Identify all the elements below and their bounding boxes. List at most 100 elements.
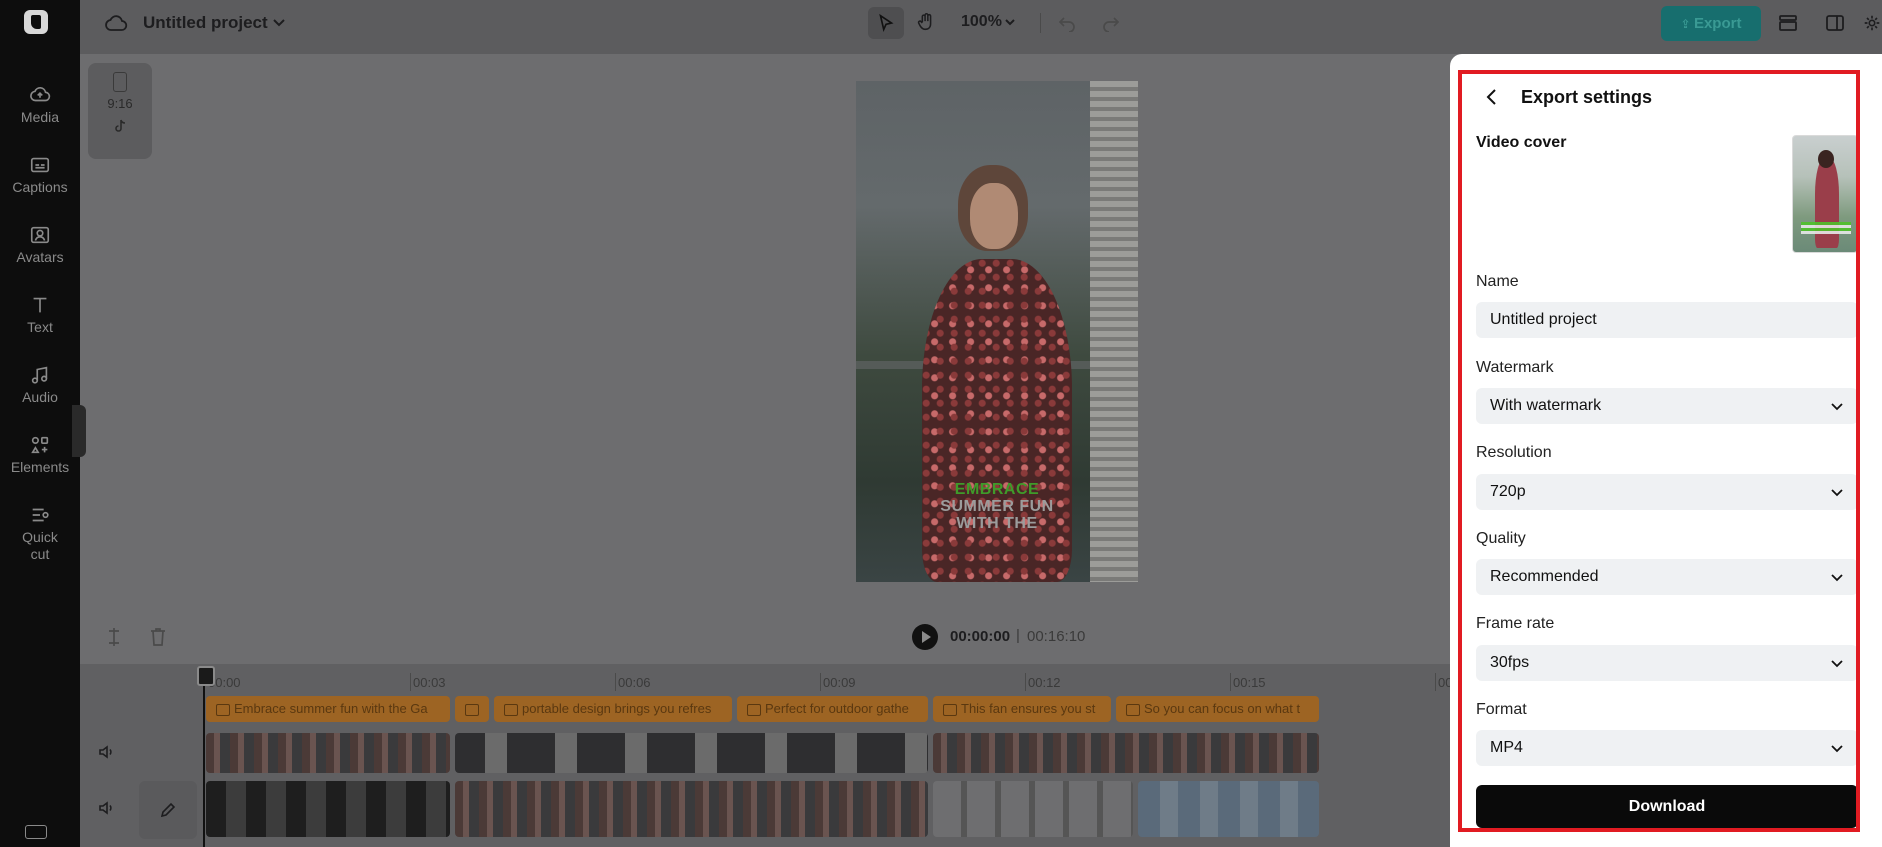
ruler-line	[1435, 673, 1436, 691]
sidebar-item-label: Audio	[22, 389, 58, 405]
sidebar-item-audio[interactable]: Audio	[0, 364, 80, 406]
caption-clip[interactable]: So you can focus on what t	[1116, 696, 1319, 722]
caption-line: WITH THE	[956, 515, 1038, 532]
ruler-tick-label: 00:12	[1028, 675, 1061, 690]
upload-icon: ⇪	[1680, 17, 1694, 31]
layers-icon[interactable]	[1777, 12, 1799, 34]
time-separator: |	[1016, 627, 1020, 644]
chevron-down-icon	[1831, 403, 1843, 411]
caption-line: SUMMER FUN	[940, 498, 1054, 515]
quality-label: Quality	[1476, 530, 1526, 547]
chevron-down-icon[interactable]	[272, 13, 286, 31]
video-clip[interactable]	[933, 733, 1319, 773]
video-cover-thumbnail[interactable]	[1792, 135, 1858, 253]
pencil-icon	[160, 802, 176, 818]
resolution-select[interactable]: 720p	[1476, 474, 1858, 510]
cover-person-head	[1818, 150, 1834, 168]
ruler-line	[820, 673, 821, 691]
chevron-down-icon	[1831, 660, 1843, 668]
left-sidebar: Media Captions Avatars Text Audio Elemen…	[0, 0, 80, 847]
timeline-playhead[interactable]	[197, 666, 215, 847]
toolbar-divider	[1040, 13, 1041, 33]
back-arrow-icon[interactable]	[1482, 86, 1502, 108]
export-button[interactable]: ⇪ Export	[1661, 6, 1761, 41]
format-select[interactable]: MP4	[1476, 730, 1858, 766]
current-time: 00:00:00	[950, 628, 1011, 645]
settings-gear-icon[interactable]	[1862, 12, 1882, 34]
aspect-ratio-chip[interactable]: 9:16	[88, 63, 152, 159]
volume-icon[interactable]	[97, 743, 115, 761]
hand-tool-icon[interactable]	[915, 11, 937, 33]
resolution-value: 720p	[1490, 483, 1526, 500]
video-preview[interactable]: EMBRACE SUMMER FUN WITH THE	[856, 81, 1138, 582]
sidebar-item-text[interactable]: Text	[0, 294, 80, 336]
video-clip[interactable]	[933, 781, 1133, 837]
format-label: Format	[1476, 701, 1527, 718]
ruler-tick-label: 00:09	[823, 675, 856, 690]
caption-clip[interactable]: Perfect for outdoor gathe	[737, 696, 928, 722]
sidebar-item-label: Elements	[10, 459, 70, 475]
music-note-icon	[29, 364, 51, 386]
project-title[interactable]: Untitled project	[143, 13, 268, 33]
sidebar-item-captions[interactable]: Captions	[0, 154, 80, 196]
phone-icon	[113, 72, 127, 92]
video-clip[interactable]	[206, 733, 450, 773]
zoom-level[interactable]: 100%	[961, 13, 1002, 31]
video-clip[interactable]	[455, 733, 928, 773]
watermark-value: With watermark	[1490, 397, 1602, 414]
watermark-select[interactable]: With watermark	[1476, 388, 1858, 424]
edit-track-button[interactable]	[139, 781, 197, 839]
ruler-tick-label: 00:06	[618, 675, 651, 690]
split-icon[interactable]	[104, 626, 124, 648]
chevron-down-icon[interactable]	[1004, 14, 1016, 30]
panel-layout-icon[interactable]	[1824, 12, 1846, 34]
caption-line: EMBRACE	[954, 481, 1040, 498]
video-clip[interactable]	[206, 781, 450, 837]
sidebar-item-label: Quick cut	[22, 529, 58, 562]
delete-trash-icon[interactable]	[148, 626, 168, 648]
cover-caption	[1801, 222, 1851, 234]
sidebar-item-quick-cut[interactable]: Quick cut	[0, 504, 80, 563]
sidebar-item-elements[interactable]: Elements	[0, 434, 80, 476]
format-value: MP4	[1490, 739, 1523, 756]
aspect-ratio-label: 9:16	[107, 96, 133, 111]
caption-clip[interactable]	[455, 696, 489, 722]
text-icon	[29, 294, 51, 316]
cursor-icon	[879, 13, 894, 32]
frame-rate-select[interactable]: 30fps	[1476, 645, 1858, 681]
sidebar-collapse-handle[interactable]	[72, 405, 86, 457]
caption-clip[interactable]: This fan ensures you st	[933, 696, 1111, 722]
sidebar-item-avatars[interactable]: Avatars	[0, 224, 80, 266]
ruler-line	[1025, 673, 1026, 691]
preview-person-dress	[922, 259, 1072, 582]
caption-clip[interactable]: portable design brings you refres	[494, 696, 732, 722]
play-button[interactable]	[912, 624, 938, 650]
resolution-label: Resolution	[1476, 444, 1552, 461]
download-button[interactable]: Download	[1476, 785, 1858, 828]
keyboard-shortcuts-icon[interactable]	[25, 825, 47, 839]
caption-clip[interactable]: Embrace summer fun with the Ga	[206, 696, 450, 722]
chevron-down-icon	[1831, 489, 1843, 497]
captions-icon	[29, 154, 51, 176]
name-label: Name	[1476, 273, 1519, 290]
frame-rate-value: 30fps	[1490, 654, 1530, 671]
video-clip[interactable]	[455, 781, 928, 837]
select-tool-button[interactable]	[868, 7, 904, 39]
app-logo-icon[interactable]	[24, 10, 48, 34]
name-input[interactable]: Untitled project	[1476, 302, 1858, 338]
tiktok-icon	[114, 119, 126, 133]
sidebar-item-label: Media	[20, 109, 60, 125]
ruler-tick-label: 00:15	[1233, 675, 1266, 690]
sidebar-item-media[interactable]: Media	[0, 84, 80, 126]
video-cover-label: Video cover	[1476, 134, 1567, 151]
undo-icon[interactable]	[1057, 12, 1077, 33]
sidebar-item-label: Avatars	[16, 249, 64, 265]
preview-person-face	[970, 183, 1018, 249]
ruler-line	[1230, 673, 1231, 691]
redo-icon[interactable]	[1101, 12, 1121, 33]
export-button-label: Export	[1693, 15, 1742, 32]
video-clip[interactable]	[1138, 781, 1319, 837]
quality-select[interactable]: Recommended	[1476, 559, 1858, 595]
chevron-down-icon	[1831, 574, 1843, 582]
volume-icon[interactable]	[97, 799, 115, 817]
